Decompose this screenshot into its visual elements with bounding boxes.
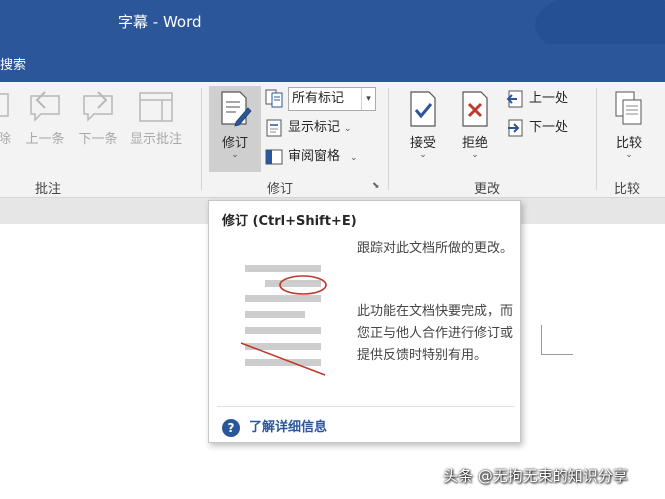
compare-icon <box>615 91 642 125</box>
previous-change-icon <box>506 90 523 107</box>
previous-change-button[interactable]: 上一处 <box>505 88 568 110</box>
tooltip-title: 修订 (Ctrl+Shift+E) <box>222 214 357 229</box>
markup-view-row <box>264 87 288 109</box>
markup-view-select[interactable]: 所有标记 ▾ <box>288 87 376 111</box>
reject-button[interactable]: 拒绝 ⌄ <box>452 90 498 160</box>
show-comments-button[interactable]: 显示批注 <box>124 90 188 147</box>
reviewing-pane-label: 审阅窗格 <box>288 149 341 164</box>
tooltip-divider <box>217 406 514 407</box>
delete-comment-button[interactable]: 除 <box>0 90 11 147</box>
chevron-down-icon: ⌄ <box>625 150 633 160</box>
prev-comment-icon <box>30 91 60 122</box>
track-changes-button[interactable]: 修订 ⌄ <box>209 90 261 160</box>
group-label-compare: 比较 <box>614 182 641 197</box>
ribbon-review: 除 上一条 下一条 显示批注 批注 修订 ⌄ 所有标记 ▾ 显示标记 ⌄ 审阅窗… <box>0 82 665 198</box>
group-label-tracking: 修订 <box>267 182 294 197</box>
next-change-icon <box>508 119 523 136</box>
group-separator <box>388 88 389 190</box>
group-label-changes: 更改 <box>474 182 501 197</box>
show-comments-icon <box>139 92 173 122</box>
tooltip-description: 此功能在文档快要完成，而您正与他人合作进行修订或提供反馈时特别有用。 <box>357 304 514 363</box>
dialog-launcher-icon[interactable]: ⬊ <box>372 181 380 191</box>
group-label-comments: 批注 <box>35 182 62 197</box>
tell-me-more-link[interactable]: ? 了解详细信息 <box>222 416 327 437</box>
show-markup-button[interactable]: 显示标记 ⌄ <box>264 117 352 139</box>
reviewing-pane-button[interactable]: 审阅窗格 ⌄ <box>264 146 358 168</box>
accept-icon <box>410 91 436 127</box>
compare-button[interactable]: 比较 ⌄ <box>606 90 652 160</box>
track-changes-illustration <box>240 265 327 376</box>
tab-bar: 搜索 <box>0 44 665 82</box>
help-icon: ? <box>222 418 240 437</box>
previous-change-label: 上一处 <box>529 91 569 106</box>
next-change-button[interactable]: 下一处 <box>505 117 568 139</box>
delete-comment-icon <box>0 93 9 117</box>
chevron-down-icon: ⌄ <box>471 150 479 160</box>
chevron-down-icon: ⌄ <box>344 124 352 134</box>
markup-view-select-value: 所有标记 <box>292 91 345 106</box>
accept-button[interactable]: 接受 ⌄ <box>400 90 446 160</box>
prev-comment-button[interactable]: 上一条 <box>20 90 70 147</box>
track-changes-tooltip: 修订 (Ctrl+Shift+E) 跟踪对此文档所做的更改。 此功能在文档快要完… <box>208 200 521 443</box>
chevron-down-icon: ⌄ <box>231 150 239 160</box>
reviewing-pane-icon <box>265 149 283 164</box>
markup-view-icon <box>265 89 283 107</box>
next-change-label: 下一处 <box>529 120 569 135</box>
tell-me-more-label: 了解详细信息 <box>249 420 328 435</box>
next-comment-button[interactable]: 下一条 <box>73 90 123 147</box>
group-separator <box>201 88 202 190</box>
next-comment-icon <box>83 91 113 122</box>
window-title: 字幕 - Word <box>118 13 202 31</box>
track-changes-icon <box>221 91 252 127</box>
reject-icon <box>462 91 488 127</box>
chevron-down-icon: ⌄ <box>419 150 427 160</box>
document-margin-mark <box>541 325 573 355</box>
watermark: 头条 @无拘无束的知识分享 <box>443 467 628 485</box>
search-tell-me[interactable]: 搜索 <box>0 54 26 73</box>
title-bar: 字幕 - Word <box>0 0 665 60</box>
show-markup-icon <box>266 119 282 136</box>
chevron-down-icon: ⌄ <box>350 153 358 163</box>
show-markup-label: 显示标记 <box>288 120 341 135</box>
chevron-down-icon: ▾ <box>361 88 375 110</box>
tooltip-description: 跟踪对此文档所做的更改。 <box>357 241 514 256</box>
group-separator <box>596 88 597 190</box>
